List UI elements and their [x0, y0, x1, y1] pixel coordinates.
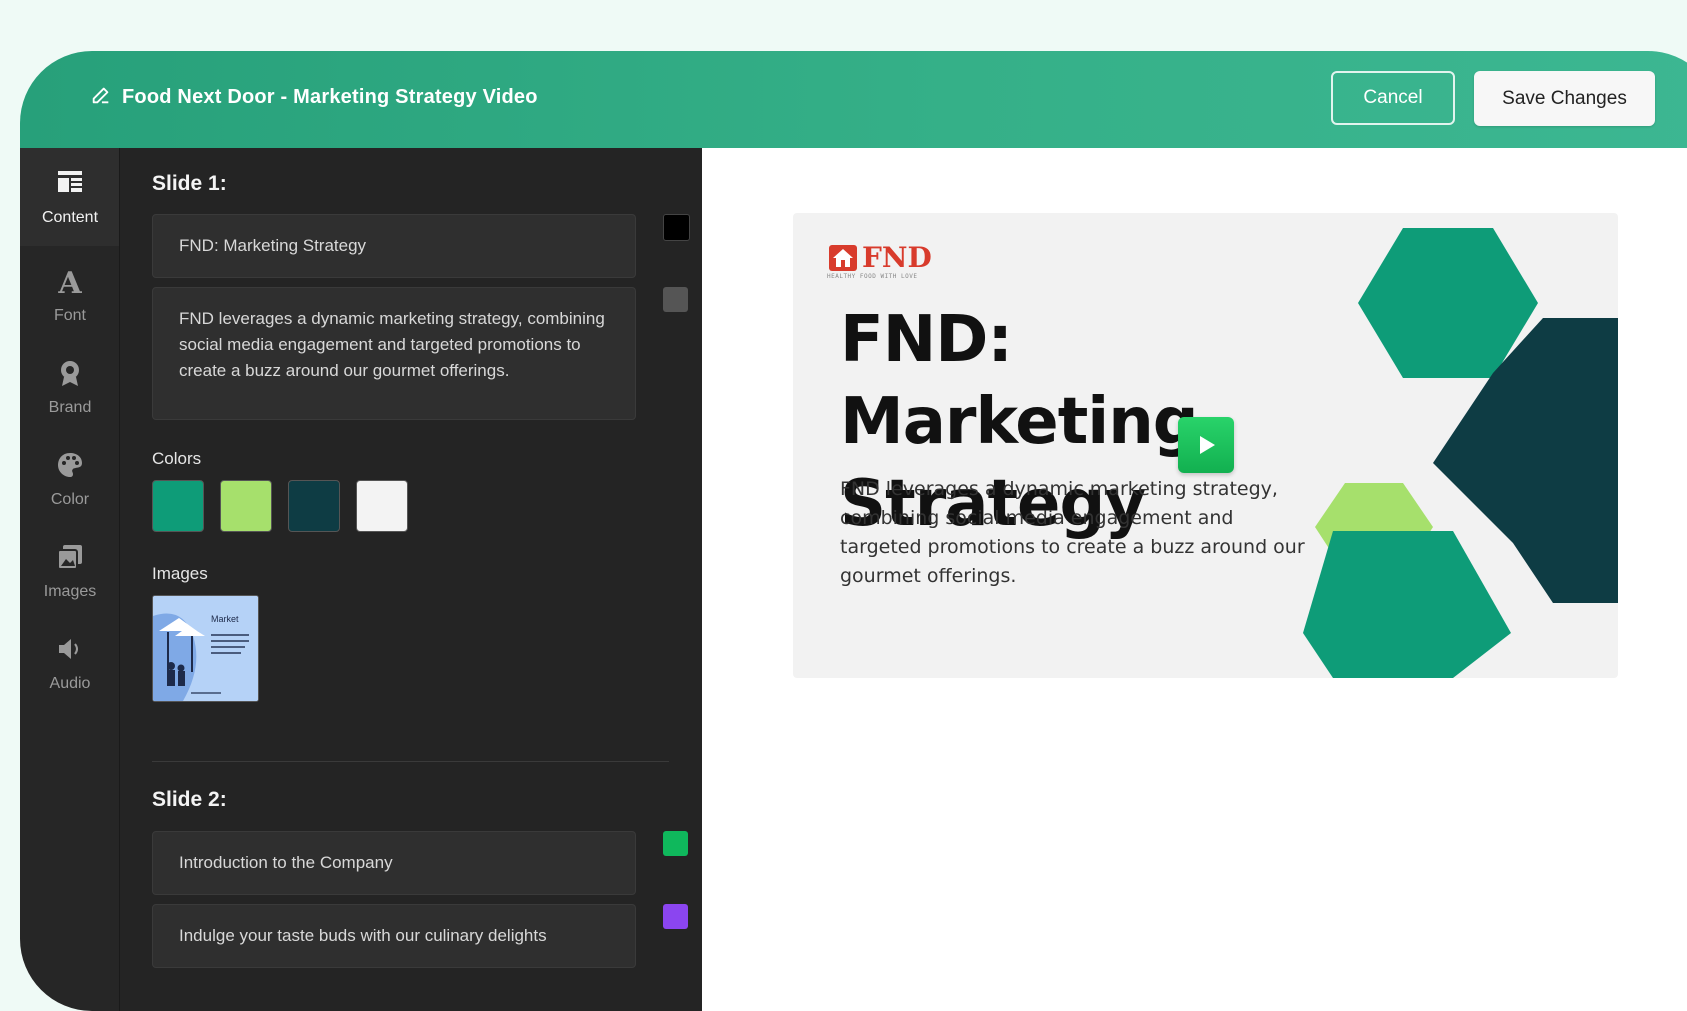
slide-divider: [152, 761, 669, 762]
rail-label-audio: Audio: [49, 674, 91, 692]
slide-1-title: Slide 1:: [152, 172, 227, 195]
slide-1-body-textarea[interactable]: FND leverages a dynamic marketing strate…: [152, 287, 636, 420]
rail-item-font[interactable]: A Font: [20, 246, 120, 344]
slide-2-heading-color-swatch[interactable]: [663, 831, 688, 856]
house-logo-icon: [829, 244, 857, 271]
slide-2-body-textarea[interactable]: Indulge your taste buds with our culinar…: [152, 904, 636, 968]
color-swatch-1[interactable]: [152, 480, 204, 532]
edit-pencil-icon[interactable]: [90, 84, 112, 111]
slide-preview[interactable]: FND HEALTHY FOOD WITH LOVE FND: Marketin…: [793, 213, 1618, 678]
cancel-button[interactable]: Cancel: [1331, 71, 1455, 125]
palette-icon: [55, 450, 85, 491]
font-icon: A: [55, 266, 85, 307]
slide-1-body-color-swatch[interactable]: [663, 287, 688, 312]
rail-label-brand: Brand: [48, 398, 92, 416]
images-label: Images: [152, 564, 208, 583]
rail-label-content: Content: [41, 208, 99, 226]
slide-1-heading-input[interactable]: FND: Marketing Strategy: [152, 214, 636, 278]
color-swatch-3[interactable]: [288, 480, 340, 532]
rail-label-font: Font: [53, 306, 86, 324]
slide-2-title: Slide 2:: [152, 788, 227, 811]
slide-1-heading-color-swatch[interactable]: [663, 214, 690, 241]
project-title[interactable]: Food Next Door - Marketing Strategy Vide…: [122, 86, 538, 109]
colors-label: Colors: [152, 449, 202, 468]
images-icon: [55, 542, 85, 583]
color-swatch-4[interactable]: [356, 480, 408, 532]
save-changes-button[interactable]: Save Changes: [1474, 71, 1655, 126]
tool-rail: Content A Font Brand Color Images Audio: [20, 148, 120, 1011]
color-swatch-2[interactable]: [220, 480, 272, 532]
rail-item-audio[interactable]: Audio: [20, 614, 120, 712]
rail-item-brand[interactable]: Brand: [20, 338, 120, 436]
fnd-logo: FND: [827, 241, 932, 274]
logo-text: FND: [862, 241, 932, 274]
title-bar: Food Next Door - Marketing Strategy Vide…: [20, 51, 1687, 148]
thumb-title: Market: [211, 614, 239, 624]
rail-label-images: Images: [43, 582, 97, 600]
content-layout-icon: [55, 168, 85, 209]
slide-2-heading-input[interactable]: Introduction to the Company: [152, 831, 636, 895]
market-illustration: Market: [153, 596, 258, 701]
rail-label-color: Color: [50, 490, 90, 508]
speaker-icon: [55, 634, 85, 675]
rail-item-content[interactable]: Content: [20, 148, 120, 246]
brand-badge-icon: [55, 358, 85, 399]
logo-tagline: HEALTHY FOOD WITH LOVE: [827, 273, 918, 280]
content-editor-panel: Slide 1: FND: Marketing Strategy FND lev…: [120, 148, 702, 1011]
rail-item-images[interactable]: Images: [20, 522, 120, 620]
slide-2-body-color-swatch[interactable]: [663, 904, 688, 929]
preview-body: FND leverages a dynamic marketing strate…: [840, 478, 1305, 587]
image-thumbnail-market[interactable]: Market: [152, 595, 259, 702]
project-title-group[interactable]: Food Next Door - Marketing Strategy Vide…: [90, 84, 538, 111]
svg-text:A: A: [57, 266, 82, 296]
play-icon: [1200, 436, 1215, 454]
play-button[interactable]: [1178, 417, 1234, 473]
rail-item-color[interactable]: Color: [20, 430, 120, 528]
